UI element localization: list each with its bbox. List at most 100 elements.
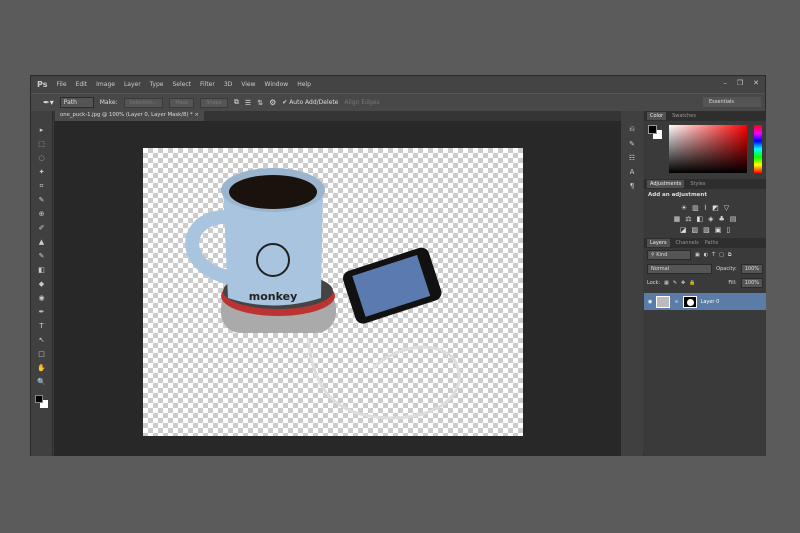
- pen-tool-icon[interactable]: ✒: [39, 307, 45, 317]
- tab-paths[interactable]: Paths: [705, 240, 719, 246]
- layer-row[interactable]: ◉ ∞ Layer 0: [644, 293, 766, 310]
- menu-edit[interactable]: Edit: [76, 81, 88, 88]
- character-icon[interactable]: A: [630, 168, 635, 176]
- move-tool-icon[interactable]: ▸: [40, 125, 44, 135]
- stamp-tool-icon[interactable]: ▲: [39, 237, 44, 247]
- invert-icon[interactable]: ◪: [680, 226, 687, 234]
- mode-select[interactable]: Path: [59, 97, 94, 108]
- visibility-eye-icon[interactable]: ◉: [648, 299, 652, 305]
- restore-icon[interactable]: ❐: [737, 79, 743, 87]
- zoom-tool-icon[interactable]: 🔍: [37, 377, 46, 387]
- path-operations-icon[interactable]: ⧉: [234, 98, 239, 107]
- color-balance-icon[interactable]: ⚖: [685, 215, 691, 223]
- tab-channels[interactable]: Channels: [676, 240, 699, 246]
- close-tab-icon[interactable]: ×: [194, 112, 198, 118]
- type-tool-icon[interactable]: T: [39, 321, 43, 331]
- path-alignment-icon[interactable]: ☰: [245, 99, 251, 107]
- posterize-icon[interactable]: ▨: [691, 226, 698, 234]
- curves-icon[interactable]: ⌇: [704, 204, 707, 212]
- align-edges-checkbox[interactable]: Align Edges: [344, 99, 379, 106]
- selective-color-icon[interactable]: ▣: [715, 226, 722, 234]
- marquee-tool-icon[interactable]: ⬚: [38, 139, 45, 149]
- gradient-map-icon[interactable]: ▯: [726, 226, 730, 234]
- threshold-icon[interactable]: ▧: [703, 226, 710, 234]
- photo-filter-icon[interactable]: ◈: [708, 215, 713, 223]
- menu-filter[interactable]: Filter: [200, 81, 215, 88]
- menu-3d[interactable]: 3D: [224, 81, 232, 88]
- workspace-select[interactable]: Essentials: [703, 97, 761, 107]
- color-field[interactable]: [669, 125, 747, 173]
- levels-icon[interactable]: ▥: [692, 204, 699, 212]
- brush-presets-icon[interactable]: ✎: [629, 140, 635, 148]
- shape-button[interactable]: Shape: [200, 97, 228, 108]
- tab-styles[interactable]: Styles: [690, 181, 705, 187]
- hue-slider[interactable]: [754, 125, 762, 173]
- path-select-tool-icon[interactable]: ↖: [39, 335, 45, 345]
- lock-all-icon[interactable]: 🔒: [689, 280, 695, 286]
- mask-button[interactable]: Mask: [169, 97, 195, 108]
- menu-layer[interactable]: Layer: [124, 81, 141, 88]
- menu-help[interactable]: Help: [297, 81, 311, 88]
- tab-layers[interactable]: Layers: [647, 239, 670, 247]
- filter-adjustment-icon[interactable]: ◐: [704, 252, 708, 258]
- menu-file[interactable]: File: [56, 81, 66, 88]
- pen-tool-icon[interactable]: ✒▾: [43, 98, 54, 107]
- tab-color[interactable]: Color: [647, 112, 667, 120]
- opacity-input[interactable]: 100%: [740, 264, 763, 274]
- vibrance-icon[interactable]: ▽: [724, 204, 729, 212]
- crop-tool-icon[interactable]: ⌗: [40, 181, 44, 191]
- eraser-tool-icon[interactable]: ◧: [38, 265, 45, 275]
- paragraph-icon[interactable]: ¶: [630, 182, 634, 190]
- minimize-icon[interactable]: –: [723, 79, 727, 87]
- eyedropper-tool-icon[interactable]: ✎: [39, 195, 45, 205]
- gradient-tool-icon[interactable]: ◆: [39, 279, 44, 289]
- color-swatches[interactable]: [34, 395, 49, 409]
- layer-filter-select[interactable]: ⚲ Kind: [647, 250, 691, 260]
- auto-add-delete-checkbox[interactable]: ✔ Auto Add/Delete: [282, 99, 338, 106]
- menu-view[interactable]: View: [241, 81, 255, 88]
- menu-window[interactable]: Window: [265, 81, 289, 88]
- filter-pixel-icon[interactable]: ▣: [695, 252, 700, 258]
- brightness-icon[interactable]: ☀: [681, 204, 687, 212]
- color-lookup-icon[interactable]: ▤: [730, 215, 737, 223]
- canvas-area[interactable]: monkey: [54, 121, 621, 456]
- exposure-icon[interactable]: ◩: [712, 204, 719, 212]
- menu-select[interactable]: Select: [172, 81, 191, 88]
- history-icon[interactable]: ⎌: [629, 125, 635, 134]
- brush-tool-icon[interactable]: ✐: [39, 223, 45, 233]
- lock-image-icon[interactable]: ✎: [673, 280, 677, 286]
- lasso-tool-icon[interactable]: ◌: [38, 153, 44, 163]
- fill-input[interactable]: 100%: [740, 278, 763, 288]
- filter-smart-icon[interactable]: ⧉: [728, 252, 732, 258]
- lock-transparent-icon[interactable]: ▦: [664, 280, 669, 286]
- selection-button[interactable]: Selection...: [123, 97, 164, 108]
- layer-mask-thumbnail[interactable]: [682, 295, 697, 308]
- foreground-color[interactable]: [648, 125, 657, 134]
- properties-icon[interactable]: ☷: [629, 154, 635, 162]
- hue-saturation-icon[interactable]: ▦: [674, 215, 681, 223]
- channel-mixer-icon[interactable]: ♣: [719, 215, 725, 223]
- tab-adjustments[interactable]: Adjustments: [647, 180, 685, 188]
- quick-select-tool-icon[interactable]: ✦: [39, 167, 45, 177]
- shape-tool-icon[interactable]: □: [38, 349, 45, 359]
- history-brush-tool-icon[interactable]: ✎: [39, 251, 45, 261]
- blend-mode-select[interactable]: Normal: [647, 264, 713, 274]
- menu-type[interactable]: Type: [150, 81, 164, 88]
- lock-position-icon[interactable]: ✥: [681, 280, 685, 286]
- menu-image[interactable]: Image: [96, 81, 115, 88]
- document-tab[interactable]: one_puck-1.jpg @ 100% (Layer 0, Layer Ma…: [55, 111, 204, 121]
- smartphone: [343, 247, 442, 324]
- filter-type-icon[interactable]: T: [712, 252, 715, 258]
- document-tab-title: one_puck-1.jpg @ 100% (Layer 0, Layer Ma…: [60, 112, 193, 118]
- link-icon[interactable]: ∞: [674, 299, 678, 305]
- close-icon[interactable]: ✕: [753, 79, 759, 87]
- document-canvas[interactable]: monkey: [143, 148, 523, 436]
- hand-tool-icon[interactable]: ✋: [37, 363, 46, 373]
- black-white-icon[interactable]: ◧: [696, 215, 703, 223]
- healing-tool-icon[interactable]: ⊕: [39, 209, 45, 219]
- dodge-tool-icon[interactable]: ◉: [38, 293, 44, 303]
- filter-shape-icon[interactable]: □: [719, 252, 724, 258]
- tab-swatches[interactable]: Swatches: [672, 113, 696, 119]
- gear-icon[interactable]: ⚙: [269, 98, 276, 107]
- path-arrangement-icon[interactable]: ⇅: [257, 99, 263, 107]
